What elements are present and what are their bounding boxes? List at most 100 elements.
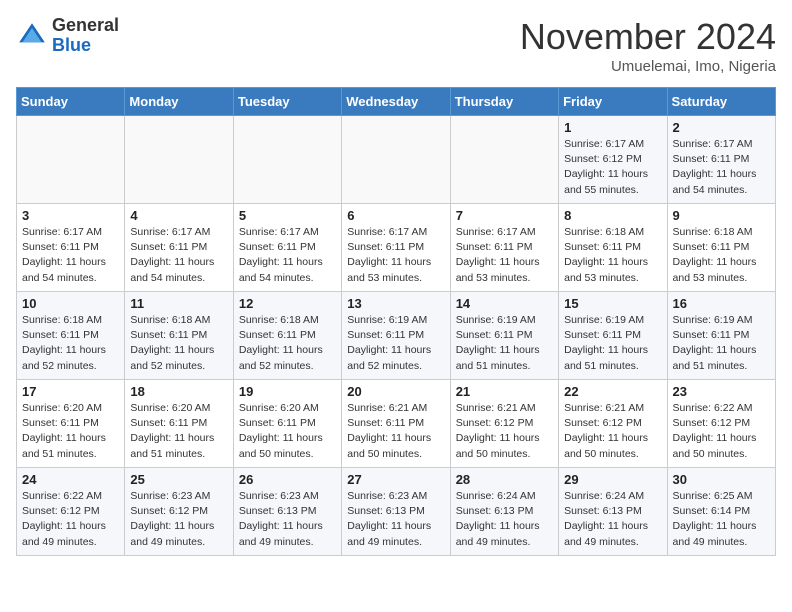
calendar-cell: 19 Sunrise: 6:20 AM Sunset: 6:11 PM Dayli… xyxy=(233,380,341,468)
day-number: 11 xyxy=(130,296,227,311)
day-info: Sunrise: 6:17 AM Sunset: 6:11 PM Dayligh… xyxy=(130,225,227,286)
calendar-cell xyxy=(17,116,125,204)
day-number: 9 xyxy=(673,208,770,223)
day-number: 14 xyxy=(456,296,553,311)
calendar-cell: 14 Sunrise: 6:19 AM Sunset: 6:11 PM Dayli… xyxy=(450,292,558,380)
day-info: Sunrise: 6:19 AM Sunset: 6:11 PM Dayligh… xyxy=(564,313,661,374)
calendar-header-row: SundayMondayTuesdayWednesdayThursdayFrid… xyxy=(17,88,776,116)
day-number: 29 xyxy=(564,472,661,487)
calendar-cell: 8Sunrise: 6:18 AM Sunset: 6:11 PM Daylig… xyxy=(559,204,667,292)
day-info: Sunrise: 6:24 AM Sunset: 6:13 PM Dayligh… xyxy=(564,489,661,550)
month-title: November 2024 xyxy=(520,16,776,58)
day-info: Sunrise: 6:18 AM Sunset: 6:11 PM Dayligh… xyxy=(239,313,336,374)
day-number: 15 xyxy=(564,296,661,311)
calendar-cell: 24 Sunrise: 6:22 AM Sunset: 6:12 PM Dayli… xyxy=(17,468,125,556)
calendar-cell: 7 Sunrise: 6:17 AM Sunset: 6:11 PM Daylig… xyxy=(450,204,558,292)
day-info: Sunrise: 6:21 AM Sunset: 6:12 PM Dayligh… xyxy=(456,401,553,462)
day-info: Sunrise: 6:21 AM Sunset: 6:11 PM Dayligh… xyxy=(347,401,444,462)
calendar-cell: 16 Sunrise: 6:19 AM Sunset: 6:11 PM Dayli… xyxy=(667,292,775,380)
day-number: 3 xyxy=(22,208,119,223)
day-number: 21 xyxy=(456,384,553,399)
day-number: 16 xyxy=(673,296,770,311)
logo-blue: Blue xyxy=(52,35,91,55)
day-number: 10 xyxy=(22,296,119,311)
day-info: Sunrise: 6:20 AM Sunset: 6:11 PM Dayligh… xyxy=(130,401,227,462)
weekday-header: Thursday xyxy=(450,88,558,116)
day-info: Sunrise: 6:20 AM Sunset: 6:11 PM Dayligh… xyxy=(22,401,119,462)
day-info: Sunrise: 6:17 AM Sunset: 6:11 PM Dayligh… xyxy=(22,225,119,286)
day-number: 1 xyxy=(564,120,661,135)
day-number: 19 xyxy=(239,384,336,399)
calendar-cell: 20Sunrise: 6:21 AM Sunset: 6:11 PM Dayli… xyxy=(342,380,450,468)
calendar-cell: 25 Sunrise: 6:23 AM Sunset: 6:12 PM Dayli… xyxy=(125,468,233,556)
day-number: 17 xyxy=(22,384,119,399)
day-info: Sunrise: 6:17 AM Sunset: 6:11 PM Dayligh… xyxy=(673,137,770,198)
calendar-cell: 17 Sunrise: 6:20 AM Sunset: 6:11 PM Dayli… xyxy=(17,380,125,468)
day-info: Sunrise: 6:17 AM Sunset: 6:11 PM Dayligh… xyxy=(239,225,336,286)
day-number: 2 xyxy=(673,120,770,135)
day-info: Sunrise: 6:17 AM Sunset: 6:11 PM Dayligh… xyxy=(347,225,444,286)
calendar-cell: 27Sunrise: 6:23 AM Sunset: 6:13 PM Dayli… xyxy=(342,468,450,556)
day-info: Sunrise: 6:18 AM Sunset: 6:11 PM Dayligh… xyxy=(673,225,770,286)
calendar-cell: 4 Sunrise: 6:17 AM Sunset: 6:11 PM Daylig… xyxy=(125,204,233,292)
logo: General Blue xyxy=(16,16,119,56)
day-info: Sunrise: 6:23 AM Sunset: 6:13 PM Dayligh… xyxy=(239,489,336,550)
day-info: Sunrise: 6:23 AM Sunset: 6:12 PM Dayligh… xyxy=(130,489,227,550)
calendar-cell: 3 Sunrise: 6:17 AM Sunset: 6:11 PM Daylig… xyxy=(17,204,125,292)
calendar-cell: 23 Sunrise: 6:22 AM Sunset: 6:12 PM Dayli… xyxy=(667,380,775,468)
calendar-cell xyxy=(342,116,450,204)
day-info: Sunrise: 6:18 AM Sunset: 6:11 PM Dayligh… xyxy=(22,313,119,374)
day-number: 4 xyxy=(130,208,227,223)
day-info: Sunrise: 6:19 AM Sunset: 6:11 PM Dayligh… xyxy=(347,313,444,374)
day-number: 7 xyxy=(456,208,553,223)
location: Umuelemai, Imo, Nigeria xyxy=(520,58,776,75)
weekday-header: Tuesday xyxy=(233,88,341,116)
header: General Blue November 2024 Umuelemai, Im… xyxy=(16,16,776,75)
calendar-cell: 2 Sunrise: 6:17 AM Sunset: 6:11 PM Daylig… xyxy=(667,116,775,204)
calendar-week-row: 3 Sunrise: 6:17 AM Sunset: 6:11 PM Daylig… xyxy=(17,204,776,292)
day-info: Sunrise: 6:17 AM Sunset: 6:12 PM Dayligh… xyxy=(564,137,661,198)
calendar-cell: 22 Sunrise: 6:21 AM Sunset: 6:12 PM Dayli… xyxy=(559,380,667,468)
day-number: 25 xyxy=(130,472,227,487)
calendar-cell: 12 Sunrise: 6:18 AM Sunset: 6:11 PM Dayli… xyxy=(233,292,341,380)
day-number: 8 xyxy=(564,208,661,223)
weekday-header: Sunday xyxy=(17,88,125,116)
day-number: 12 xyxy=(239,296,336,311)
weekday-header: Friday xyxy=(559,88,667,116)
calendar-cell: 26 Sunrise: 6:23 AM Sunset: 6:13 PM Dayli… xyxy=(233,468,341,556)
calendar-week-row: 17 Sunrise: 6:20 AM Sunset: 6:11 PM Dayli… xyxy=(17,380,776,468)
day-number: 23 xyxy=(673,384,770,399)
calendar-cell: 13 Sunrise: 6:19 AM Sunset: 6:11 PM Dayli… xyxy=(342,292,450,380)
calendar-cell: 10 Sunrise: 6:18 AM Sunset: 6:11 PM Dayli… xyxy=(17,292,125,380)
calendar-cell xyxy=(450,116,558,204)
title-area: November 2024 Umuelemai, Imo, Nigeria xyxy=(520,16,776,75)
calendar: SundayMondayTuesdayWednesdayThursdayFrid… xyxy=(16,87,776,556)
calendar-week-row: 1 Sunrise: 6:17 AM Sunset: 6:12 PM Daylig… xyxy=(17,116,776,204)
calendar-cell: 6 Sunrise: 6:17 AM Sunset: 6:11 PM Daylig… xyxy=(342,204,450,292)
day-number: 24 xyxy=(22,472,119,487)
day-info: Sunrise: 6:22 AM Sunset: 6:12 PM Dayligh… xyxy=(673,401,770,462)
day-info: Sunrise: 6:22 AM Sunset: 6:12 PM Dayligh… xyxy=(22,489,119,550)
calendar-cell: 28Sunrise: 6:24 AM Sunset: 6:13 PM Dayli… xyxy=(450,468,558,556)
calendar-cell: 21 Sunrise: 6:21 AM Sunset: 6:12 PM Dayli… xyxy=(450,380,558,468)
day-number: 26 xyxy=(239,472,336,487)
calendar-cell xyxy=(125,116,233,204)
calendar-cell: 5 Sunrise: 6:17 AM Sunset: 6:11 PM Daylig… xyxy=(233,204,341,292)
day-number: 22 xyxy=(564,384,661,399)
calendar-cell: 30Sunrise: 6:25 AM Sunset: 6:14 PM Dayli… xyxy=(667,468,775,556)
day-info: Sunrise: 6:21 AM Sunset: 6:12 PM Dayligh… xyxy=(564,401,661,462)
day-info: Sunrise: 6:19 AM Sunset: 6:11 PM Dayligh… xyxy=(456,313,553,374)
day-number: 18 xyxy=(130,384,227,399)
day-number: 28 xyxy=(456,472,553,487)
day-number: 6 xyxy=(347,208,444,223)
calendar-cell: 29 Sunrise: 6:24 AM Sunset: 6:13 PM Dayli… xyxy=(559,468,667,556)
day-number: 13 xyxy=(347,296,444,311)
day-info: Sunrise: 6:17 AM Sunset: 6:11 PM Dayligh… xyxy=(456,225,553,286)
day-info: Sunrise: 6:23 AM Sunset: 6:13 PM Dayligh… xyxy=(347,489,444,550)
day-number: 5 xyxy=(239,208,336,223)
logo-text: General Blue xyxy=(52,16,119,56)
day-info: Sunrise: 6:19 AM Sunset: 6:11 PM Dayligh… xyxy=(673,313,770,374)
day-info: Sunrise: 6:20 AM Sunset: 6:11 PM Dayligh… xyxy=(239,401,336,462)
logo-icon xyxy=(16,20,48,52)
calendar-week-row: 10 Sunrise: 6:18 AM Sunset: 6:11 PM Dayli… xyxy=(17,292,776,380)
